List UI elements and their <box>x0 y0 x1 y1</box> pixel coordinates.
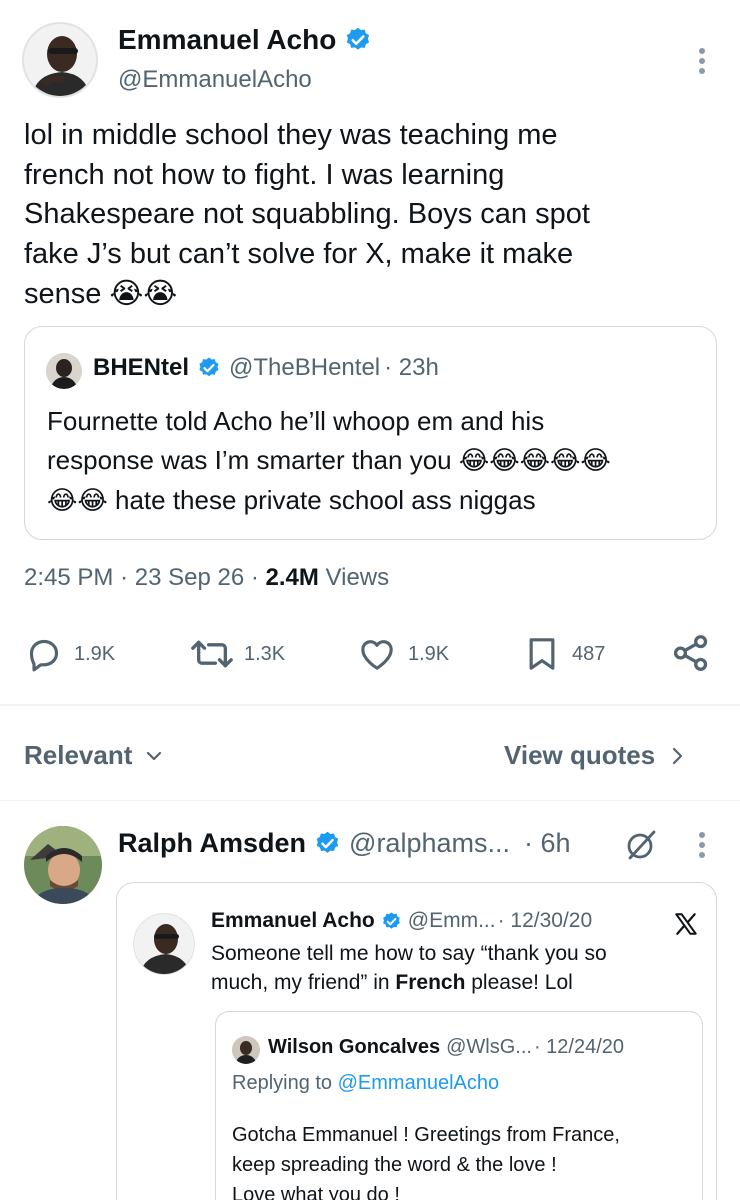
quoted-text: Fournette told Acho he’ll whoop em and h… <box>47 402 707 521</box>
author-handle[interactable]: @EmmanuelAcho <box>118 66 312 94</box>
bookmark-icon <box>529 638 555 670</box>
nested-text: Gotcha Emmanuel ! Greetings from France,… <box>232 1120 692 1200</box>
grok-icon[interactable] <box>622 828 660 867</box>
like-count: 1.9K <box>408 642 450 665</box>
embedded-line: much, my friend” in French please! Lol <box>211 968 701 997</box>
tweet-line: sense 😭😭 <box>24 274 724 315</box>
chevron-down-icon <box>147 751 162 760</box>
views-count: 2.4M <box>265 564 319 591</box>
tweet-time[interactable]: 2:45 PM <box>24 564 113 591</box>
quoted-tweet-card[interactable]: BHENtel @TheBHentel · 23h Fournette told… <box>24 326 717 540</box>
nested-line: keep spreading the word & the love ! <box>232 1154 557 1176</box>
tweet-line: Shakespeare not squabbling. Boys can spo… <box>24 198 590 230</box>
tweet-line: lol in middle school they was teaching m… <box>24 119 558 151</box>
views-label: Views <box>325 564 390 591</box>
nested-tweet-card[interactable]: Wilson Goncalves @WlsG... · 12/24/20 Rep… <box>215 1011 703 1200</box>
more-options-icon[interactable] <box>692 46 712 76</box>
share-icon <box>673 635 708 671</box>
embedded-line-text: much, my friend” in <box>211 971 396 994</box>
crying-emoji: 😭😭 <box>109 276 178 310</box>
x-logo-icon[interactable] <box>673 911 699 942</box>
verified-badge-icon <box>199 357 219 377</box>
chevron-right-icon <box>673 747 683 764</box>
repost-icon <box>191 640 233 668</box>
verified-badge-icon <box>316 831 339 853</box>
quoted-author-handle[interactable]: @TheBHentel <box>229 354 380 382</box>
repost-count: 1.3K <box>244 642 286 665</box>
embedded-bold-word: French <box>395 971 466 994</box>
sort-label: Relevant <box>24 740 133 770</box>
reply-author-name[interactable]: Ralph Amsden <box>118 828 306 859</box>
reply-avatar[interactable] <box>24 826 102 904</box>
tweet-meta: 2:45 PM · 23 Sep 26 · 2.4M Views <box>24 564 389 592</box>
tweet-date[interactable]: 23 Sep 26 <box>135 564 244 591</box>
nested-line: Gotcha Emmanuel ! Greetings from France, <box>232 1124 620 1146</box>
quoted-avatar[interactable] <box>46 353 82 389</box>
heart-icon <box>361 640 393 670</box>
embedded-date: · 12/30/20 <box>497 909 593 932</box>
verified-badge-icon <box>382 911 400 929</box>
verified-badge-icon <box>347 27 370 50</box>
quoted-line-text: hate these private school ass niggas <box>115 485 536 515</box>
embedded-author-name[interactable]: Emmanuel Acho <box>211 909 375 933</box>
tweet-line: fake J’s but can’t solve for X, make it … <box>24 237 574 270</box>
separator: · <box>250 564 266 591</box>
bookmark-count: 487 <box>572 642 606 665</box>
more-options-icon[interactable] <box>692 830 712 865</box>
laughing-emoji: 😂😂😂😂😂 <box>458 446 611 476</box>
sort-dropdown[interactable]: Relevant <box>24 740 164 771</box>
quoted-line: 😂😂 hate these private school ass niggas <box>47 481 707 521</box>
embedded-tweet-card[interactable]: Emmanuel Acho @Emm... · 12/30/20 Someone… <box>116 882 717 1200</box>
quoted-author-name[interactable]: BHENtel <box>93 354 189 382</box>
view-quotes-label: View quotes <box>504 740 656 770</box>
nested-avatar[interactable] <box>232 1036 260 1064</box>
reply-time: · 6h <box>524 828 571 858</box>
embedded-avatar[interactable] <box>133 913 195 975</box>
tweet-line: french not how to fight. I was learning <box>24 158 505 191</box>
reply-icon <box>29 639 59 672</box>
nested-author-handle[interactable]: @WlsG... <box>446 1036 532 1059</box>
embedded-line-text: please! Lol <box>465 971 573 994</box>
laughing-emoji: 😂😂 <box>47 486 108 516</box>
nested-line: Love what you do ! <box>232 1184 400 1200</box>
reply-count: 1.9K <box>74 642 116 665</box>
reply-button[interactable]: 1.9K <box>24 634 115 674</box>
quoted-line-text: response was I’m smarter than you <box>47 445 452 475</box>
quoted-line: response was I’m smarter than you 😂😂😂😂😂 <box>47 441 707 481</box>
tweet-text: lol in middle school they was teaching m… <box>24 116 724 315</box>
divider <box>0 800 740 801</box>
bookmark-button[interactable]: 487 <box>522 634 605 674</box>
embedded-author-handle[interactable]: @Emm... <box>408 909 496 933</box>
quoted-line: Fournette told Acho he’ll whoop em and h… <box>47 406 545 436</box>
replying-prefix: Replying to <box>232 1072 338 1094</box>
author-name[interactable]: Emmanuel Acho <box>118 24 336 56</box>
reply-author-handle[interactable]: @ralphams... <box>349 828 510 859</box>
embedded-text: Someone tell me how to say “thank you so… <box>211 939 701 997</box>
nested-author-name[interactable]: Wilson Goncalves <box>268 1036 440 1059</box>
replying-to: Replying to @EmmanuelAcho <box>232 1072 499 1095</box>
view-quotes-link[interactable]: View quotes <box>504 740 687 771</box>
divider <box>0 704 740 706</box>
quoted-time: · 23h <box>384 354 439 381</box>
nested-date: · 12/24/20 <box>533 1036 625 1058</box>
repost-button[interactable]: 1.3K <box>190 634 285 674</box>
replying-handle-link[interactable]: @EmmanuelAcho <box>338 1072 499 1094</box>
embedded-line: Someone tell me how to say “thank you so <box>211 942 607 965</box>
like-button[interactable]: 1.9K <box>356 634 449 674</box>
avatar[interactable] <box>22 22 98 98</box>
tweet-line-text: sense <box>24 278 102 310</box>
share-button[interactable] <box>670 632 712 679</box>
separator: · <box>120 564 135 591</box>
